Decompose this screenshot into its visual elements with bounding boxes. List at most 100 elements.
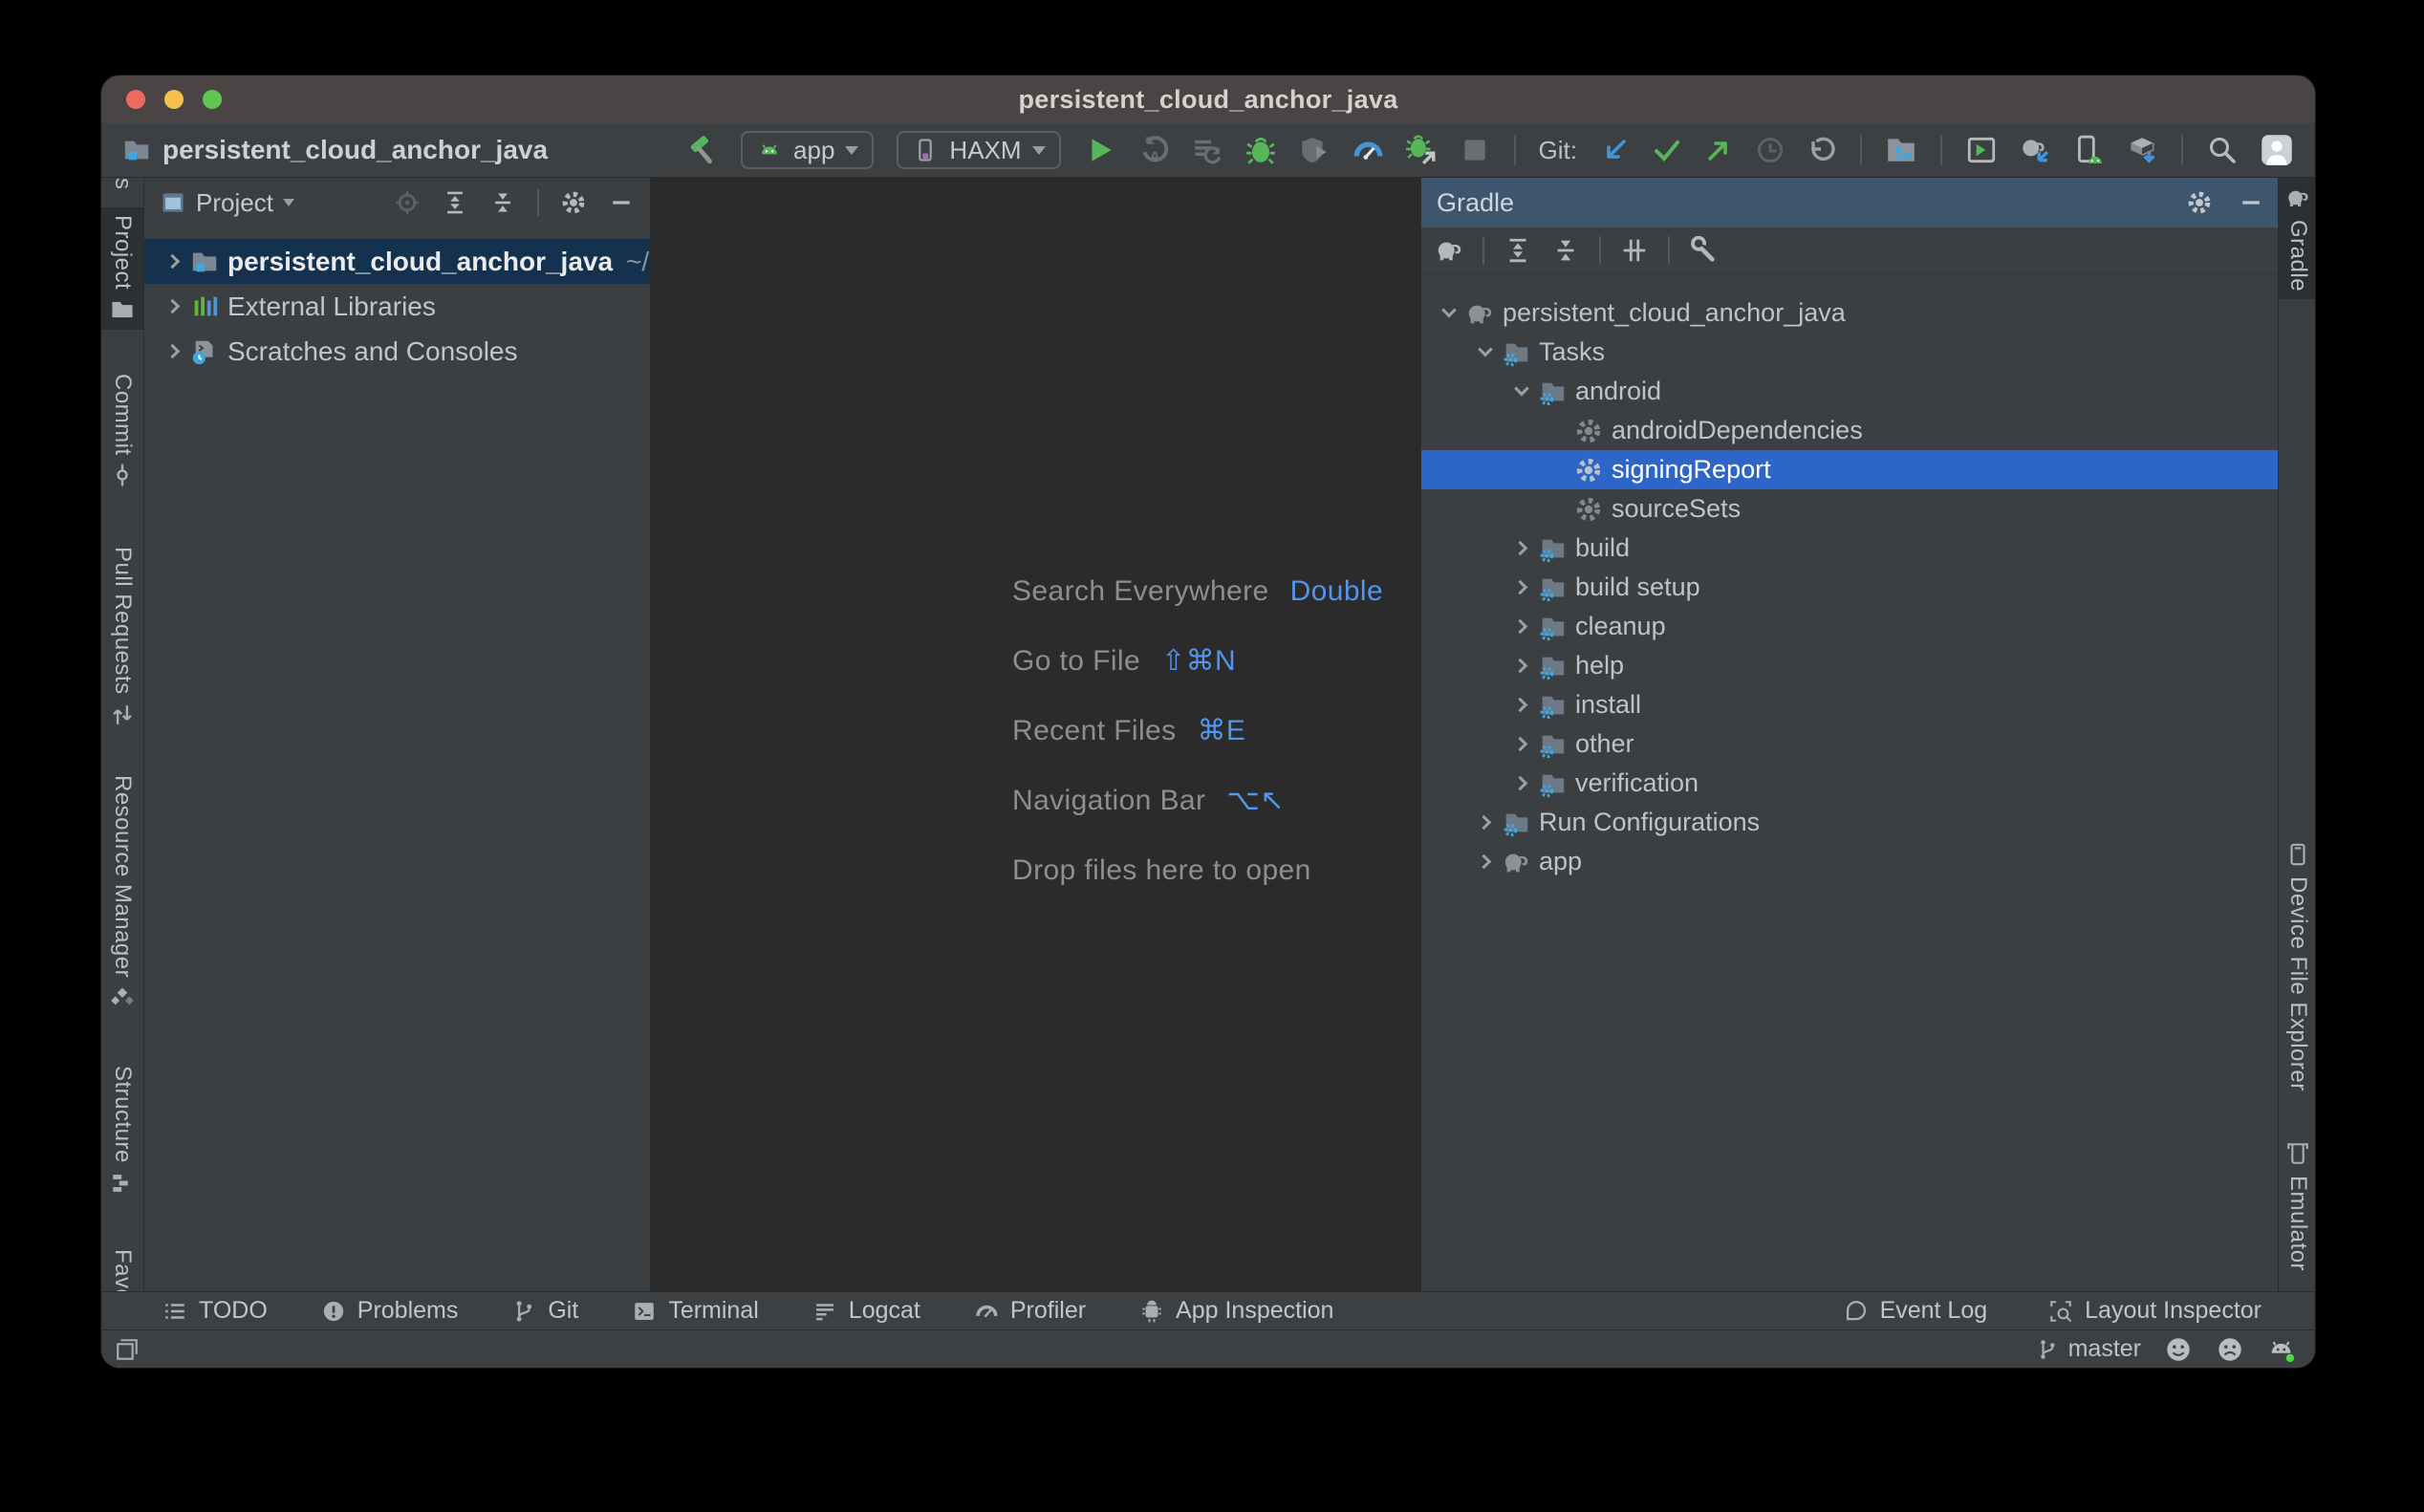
tab-git[interactable]: Git <box>511 1297 578 1325</box>
user-avatar[interactable] <box>2260 133 2294 167</box>
breadcrumb[interactable]: persistent_cloud_anchor_java <box>122 135 548 165</box>
toolwindow-gradle[interactable]: Gradle <box>2279 178 2316 299</box>
chevron-icon[interactable] <box>1504 700 1536 710</box>
toolwindow-structure[interactable]: Structure <box>101 1058 143 1203</box>
gradle-tree-row[interactable]: sourceSets <box>1421 489 2278 529</box>
collapse-all-button[interactable] <box>1551 236 1580 265</box>
rollback-button[interactable] <box>1807 135 1837 165</box>
chevron-icon[interactable] <box>1467 817 1500 828</box>
close-window-button[interactable] <box>126 90 145 109</box>
gradle-sync-button[interactable] <box>2019 134 2051 166</box>
zoom-window-button[interactable] <box>203 90 222 109</box>
attach-debugger-button[interactable] <box>1405 134 1438 166</box>
tab-profiler[interactable]: Profiler <box>974 1297 1086 1325</box>
project-structure-button[interactable] <box>1885 134 1917 166</box>
expand-all-button[interactable] <box>1504 236 1532 265</box>
chevron-icon[interactable] <box>1504 778 1536 788</box>
chevron-icon[interactable] <box>1504 739 1536 749</box>
build-button[interactable] <box>685 134 718 166</box>
tab-terminal[interactable]: Terminal <box>632 1297 758 1325</box>
run-button[interactable] <box>1084 134 1116 166</box>
hide-gradle-button[interactable] <box>2238 189 2264 216</box>
tab-todo[interactable]: TODO <box>162 1297 268 1325</box>
gradle-tree-row[interactable]: install <box>1421 685 2278 724</box>
device-manager-button[interactable] <box>2072 134 2105 166</box>
toolwindow-commit[interactable]: Commit <box>101 366 143 496</box>
collapse-all-button[interactable] <box>489 189 516 216</box>
toggle-offline-button[interactable] <box>1620 236 1649 265</box>
gradle-tree-row[interactable]: other <box>1421 724 2278 764</box>
stripe-item-partial[interactable]: s <box>111 178 134 190</box>
history-button[interactable] <box>1755 135 1786 165</box>
chevron-icon[interactable] <box>1504 582 1536 593</box>
tab-layout-inspector[interactable]: Layout Inspector <box>2048 1297 2262 1325</box>
editor-area[interactable]: Search Everywhere Double Go to File ⇧⌘N … <box>651 178 1420 1291</box>
gradle-tree-row[interactable]: android <box>1421 372 2278 411</box>
toolwindow-switcher-icon[interactable] <box>115 1337 140 1362</box>
toolwindow-resource-manager[interactable]: Resource Manager <box>101 767 143 1018</box>
minimize-window-button[interactable] <box>164 90 184 109</box>
stripe-item-label: Commit <box>111 374 134 456</box>
run-anything-button[interactable] <box>1965 134 1998 166</box>
gradle-panel-header[interactable]: Gradle <box>1421 178 2278 227</box>
commit-button[interactable] <box>1652 135 1682 165</box>
apply-code-changes-button[interactable] <box>1191 134 1223 166</box>
chevron-icon[interactable] <box>156 256 188 267</box>
push-button[interactable] <box>1703 135 1734 165</box>
gradle-tree-row[interactable]: persistent_cloud_anchor_java <box>1421 293 2278 333</box>
toolwindow-emulator[interactable]: Emulator <box>2279 1134 2316 1279</box>
tree-row[interactable]: persistent_cloud_anchor_java ~/ <box>144 239 650 284</box>
gradle-tree-row[interactable]: verification <box>1421 764 2278 803</box>
tab-problems[interactable]: Problems <box>321 1297 459 1325</box>
hide-button[interactable] <box>608 189 635 216</box>
feedback-positive-button[interactable] <box>2164 1335 2193 1364</box>
apply-changes-button[interactable] <box>1137 134 1170 166</box>
chevron-icon[interactable] <box>1431 308 1463 318</box>
feedback-negative-button[interactable] <box>2216 1335 2244 1364</box>
chevron-icon[interactable] <box>1504 621 1536 632</box>
device-select[interactable]: HAXM <box>897 131 1060 169</box>
tab-event-log[interactable]: Event Log <box>1844 1297 1988 1325</box>
reload-gradle-button[interactable] <box>1435 236 1463 265</box>
chevron-icon[interactable] <box>1504 543 1536 553</box>
search-everywhere-button[interactable] <box>2206 135 2237 165</box>
gradle-tree-row[interactable]: app <box>1421 842 2278 881</box>
toolwindow-device-file-explorer[interactable]: Device File Explorer <box>2279 834 2316 1099</box>
git-branch-widget[interactable]: master <box>2036 1335 2141 1363</box>
profile-button[interactable] <box>1352 134 1384 166</box>
gradle-tree-row[interactable]: Run Configurations <box>1421 803 2278 842</box>
gradle-tree-row[interactable]: build setup <box>1421 568 2278 607</box>
gradle-tree-row[interactable]: Tasks <box>1421 333 2278 372</box>
chevron-icon[interactable] <box>1467 856 1500 867</box>
toolwindow-project[interactable]: Project <box>101 207 143 330</box>
chevron-icon[interactable] <box>1504 660 1536 671</box>
stop-button[interactable] <box>1459 134 1491 166</box>
settings-button[interactable] <box>560 189 587 216</box>
expand-all-button[interactable] <box>442 189 468 216</box>
toolwindow-pull-requests[interactable]: Pull Requests <box>101 539 143 735</box>
chevron-icon[interactable] <box>156 301 188 312</box>
gradle-settings-button[interactable] <box>2186 189 2213 216</box>
tree-row[interactable]: External Libraries <box>144 284 650 329</box>
profile-or-debug-apk-button[interactable] <box>1298 134 1331 166</box>
chevron-icon[interactable] <box>1504 386 1536 397</box>
chevron-icon[interactable] <box>156 346 188 356</box>
tab-app-inspection[interactable]: App Inspection <box>1139 1297 1333 1325</box>
gradle-tree-row[interactable]: signingReport <box>1421 450 2278 489</box>
tree-row[interactable]: Scratches and Consoles <box>144 329 650 374</box>
emulator-status-icon[interactable] <box>2267 1335 2296 1364</box>
chevron-icon[interactable] <box>1467 347 1500 357</box>
tab-logcat[interactable]: Logcat <box>812 1297 920 1325</box>
locate-button[interactable] <box>394 189 421 216</box>
gradle-tree-row[interactable]: androidDependencies <box>1421 411 2278 450</box>
run-configuration-select[interactable]: app <box>741 131 874 169</box>
debug-button[interactable] <box>1244 134 1277 166</box>
gradle-wrench-button[interactable] <box>1689 236 1718 265</box>
gradle-tree-row[interactable]: cleanup <box>1421 607 2278 646</box>
update-project-button[interactable] <box>1600 135 1631 165</box>
gradle-tree-row[interactable]: build <box>1421 529 2278 568</box>
project-panel-title[interactable]: Project <box>196 188 273 218</box>
chevron-down-icon[interactable] <box>283 199 294 206</box>
gradle-tree-row[interactable]: help <box>1421 646 2278 685</box>
sdk-manager-button[interactable] <box>2126 134 2158 166</box>
